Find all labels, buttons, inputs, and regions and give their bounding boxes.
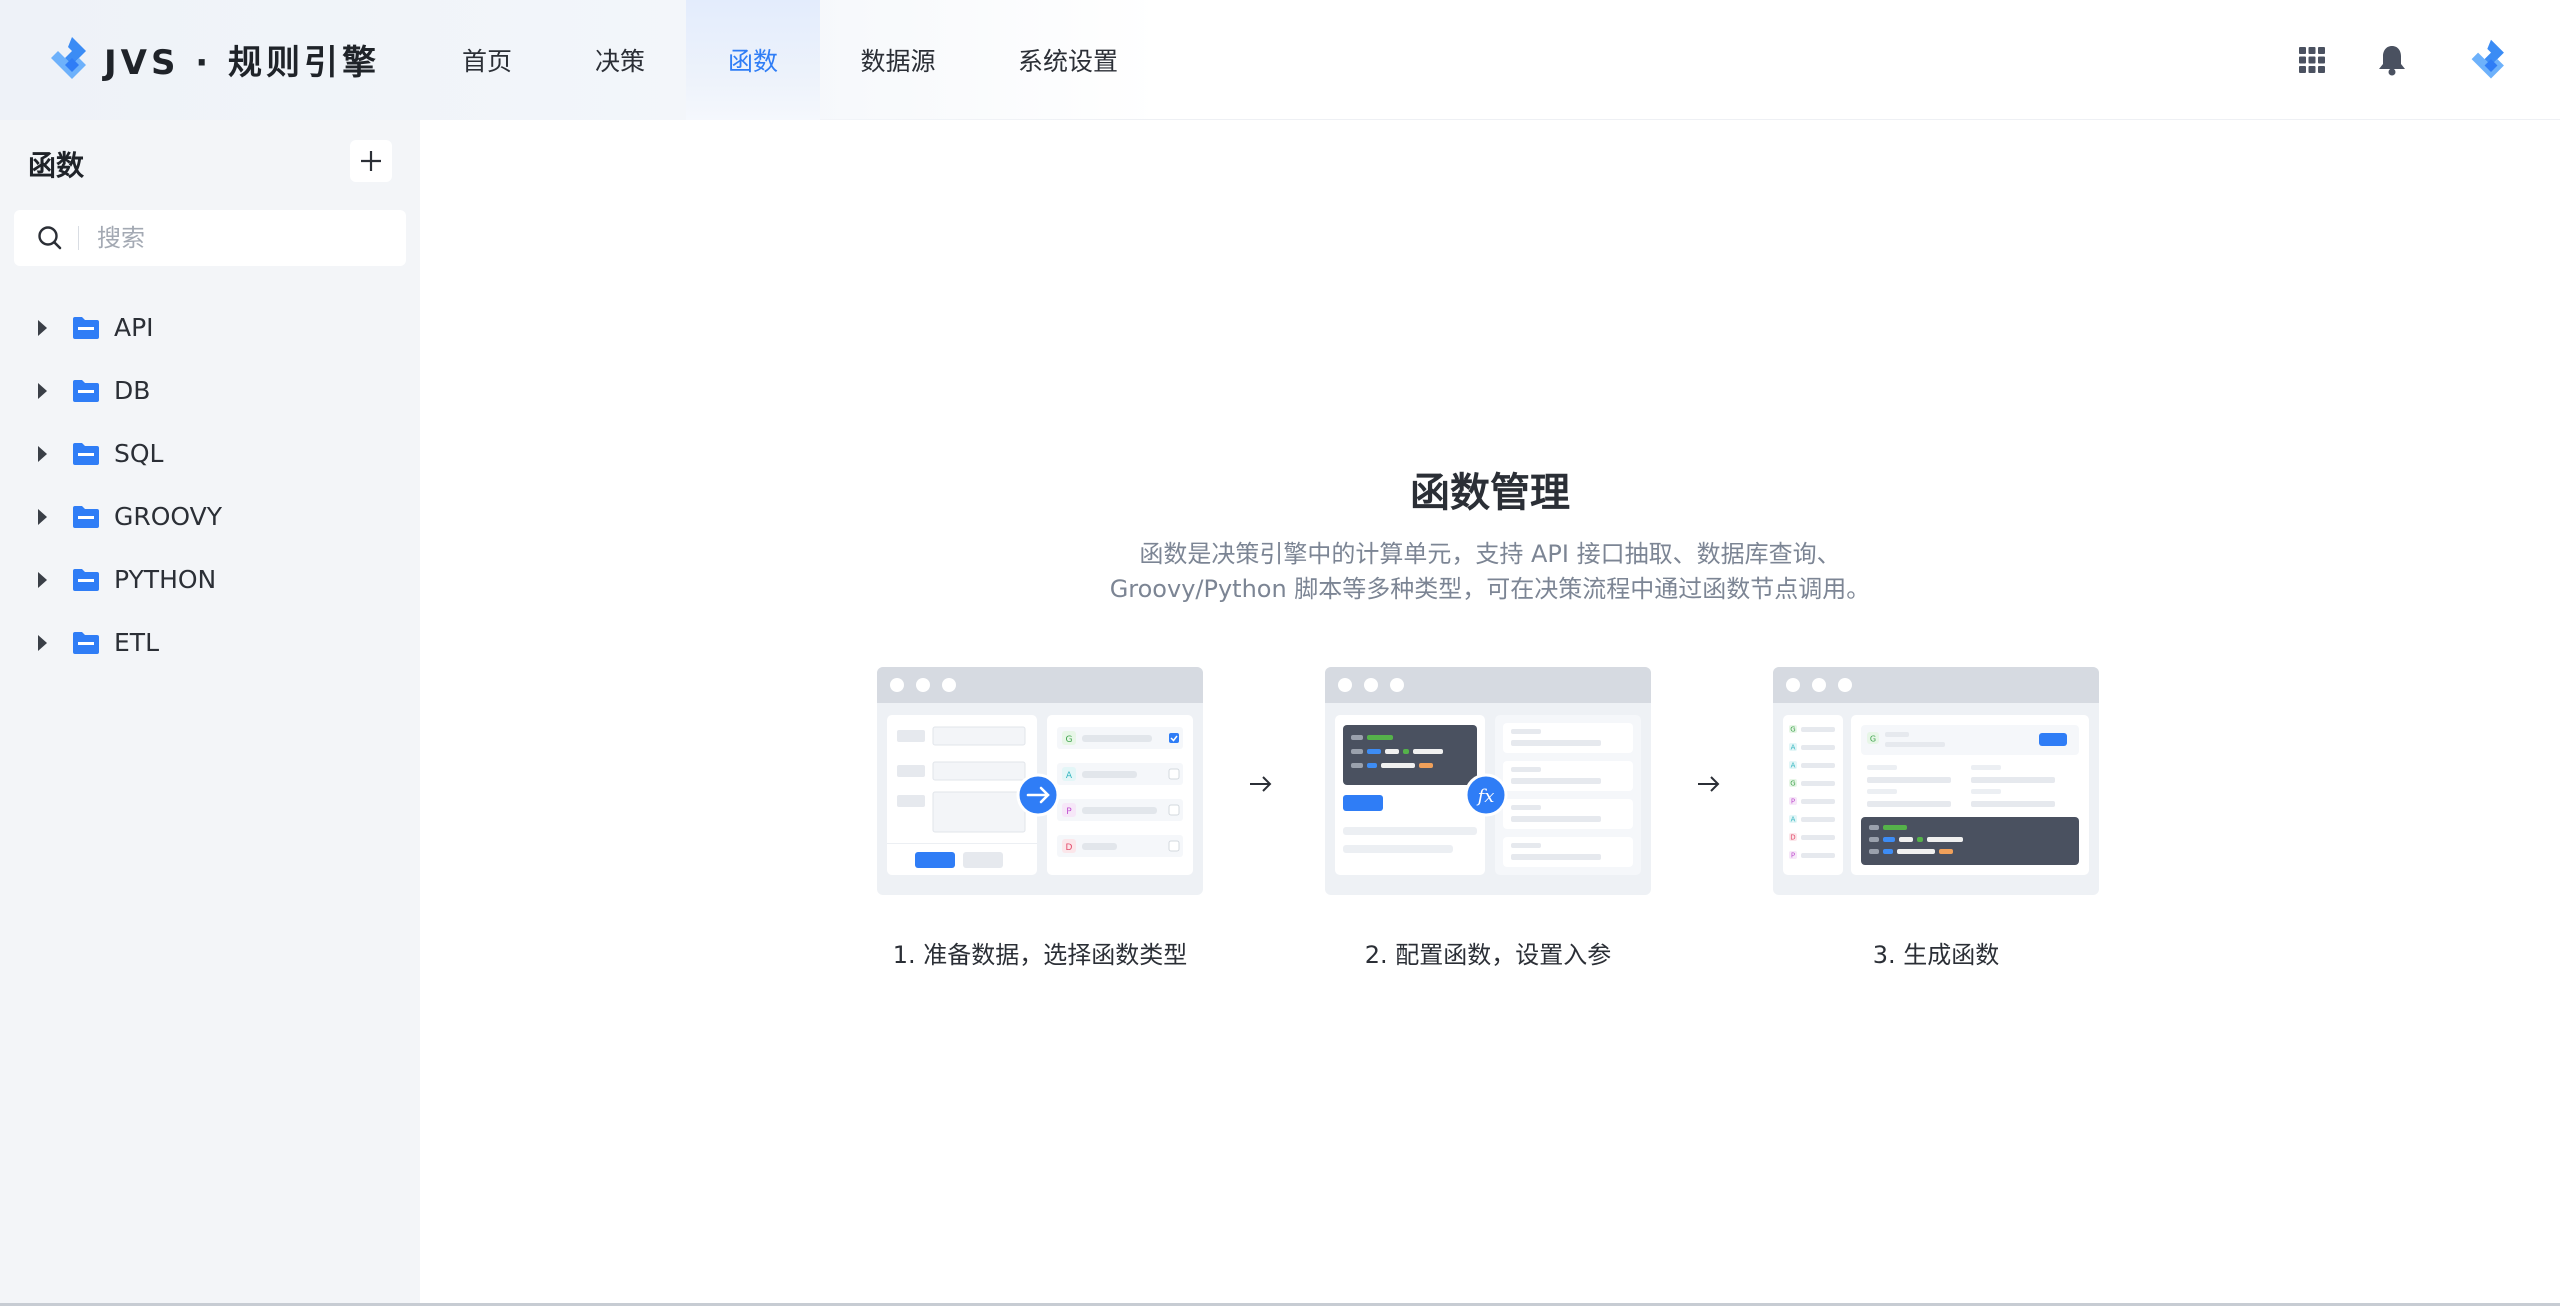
main-content: 函数管理 函数是决策引擎中的计算单元，支持 API 接口抽取、数据库查询、 Gr…: [420, 120, 2560, 1306]
folder-icon: [73, 631, 99, 654]
list-tag: P: [1791, 798, 1795, 806]
step-arrow-icon: [1698, 776, 1720, 792]
page-description: 函数是决策引擎中的计算单元，支持 API 接口抽取、数据库查询、 Groovy/…: [420, 537, 2560, 607]
app-logo[interactable]: JVS · 规则引擎: [46, 30, 380, 88]
nav-settings[interactable]: 系统设置: [976, 0, 1160, 120]
apps-grid-button[interactable]: [2290, 38, 2334, 82]
step-2-label: 2. 配置函数，设置入参: [1364, 941, 1612, 969]
tree-item-sql[interactable]: SQL: [0, 422, 420, 485]
step-1-illustration: G A P D: [877, 667, 1203, 895]
top-header: JVS · 规则引擎 首页 决策 函数 数据源 系统设置: [0, 0, 2560, 120]
app-logo-icon: [2471, 39, 2504, 79]
tree-item-etl[interactable]: ETL: [0, 611, 420, 674]
tree-item-db[interactable]: DB: [0, 359, 420, 422]
tree-item-label: API: [114, 313, 154, 342]
tree-item-python[interactable]: PYTHON: [0, 548, 420, 611]
bell-icon: [2379, 46, 2405, 76]
search-divider: [78, 226, 79, 250]
page-title: 函数管理: [1410, 470, 1570, 516]
search-icon: [38, 226, 62, 250]
function-tree: API DB SQL GROOVY PYTHON ETL: [0, 296, 420, 674]
step-1-label: 1. 准备数据，选择函数类型: [892, 941, 1188, 969]
logo-text: JVS · 规则引擎: [104, 42, 381, 83]
sidebar: 函数 API DB SQL GROO: [0, 120, 420, 1306]
apps-grid-icon: [2299, 47, 2325, 73]
list-tag: G: [1790, 780, 1795, 788]
sidebar-title: 函数: [28, 149, 85, 182]
tag-d: D: [1066, 843, 1073, 853]
tag-p: P: [1066, 807, 1072, 817]
tree-item-groovy[interactable]: GROOVY: [0, 485, 420, 548]
description-line-1: 函数是决策引擎中的计算单元，支持 API 接口抽取、数据库查询、: [1139, 540, 1841, 568]
list-tag: A: [1791, 744, 1796, 752]
list-tag: D: [1790, 834, 1795, 842]
expand-caret-icon[interactable]: [38, 634, 47, 651]
step-3-illustration: G A A G P A D P G: [1773, 667, 2099, 895]
user-avatar[interactable]: [2466, 35, 2516, 85]
list-tag: G: [1790, 726, 1795, 734]
folder-icon: [73, 568, 99, 591]
folder-icon: [73, 316, 99, 339]
tree-item-label: GROOVY: [114, 502, 223, 531]
step-2-illustration: fx: [1325, 667, 1651, 895]
fx-icon: fx: [1476, 786, 1495, 807]
tree-item-label: SQL: [114, 439, 164, 468]
expand-caret-icon[interactable]: [38, 571, 47, 588]
folder-icon: [73, 442, 99, 465]
search-input[interactable]: [97, 224, 377, 252]
expand-caret-icon[interactable]: [38, 445, 47, 462]
expand-caret-icon[interactable]: [38, 508, 47, 525]
expand-caret-icon[interactable]: [38, 382, 47, 399]
step-3-label: 3. 生成函数: [1872, 941, 2000, 969]
nav-home[interactable]: 首页: [420, 0, 554, 120]
list-tag: P: [1791, 852, 1795, 860]
expand-caret-icon[interactable]: [38, 319, 47, 336]
tree-item-label: PYTHON: [114, 565, 217, 594]
search-box: [14, 210, 406, 266]
folder-icon: [73, 379, 99, 402]
tree-item-api[interactable]: API: [0, 296, 420, 359]
notifications-button[interactable]: [2370, 38, 2414, 82]
tree-item-label: ETL: [114, 628, 159, 657]
list-tag: A: [1791, 816, 1796, 824]
description-line-2: Groovy/Python 脚本等多种类型，可在决策流程中通过函数节点调用。: [1109, 575, 1871, 603]
main-nav: 首页 决策 函数 数据源 系统设置: [420, 0, 1160, 120]
add-function-button[interactable]: [350, 140, 392, 182]
tree-item-label: DB: [114, 376, 151, 405]
tag-a: A: [1066, 771, 1073, 781]
folder-icon: [73, 505, 99, 528]
nav-decision[interactable]: 决策: [554, 0, 686, 120]
plus-icon: [361, 151, 381, 171]
logo-icon: [51, 37, 86, 79]
nav-datasource[interactable]: 数据源: [820, 0, 976, 120]
tag-g: G: [1870, 735, 1876, 744]
list-tag: A: [1791, 762, 1796, 770]
step-arrow-icon: [1250, 776, 1272, 792]
tag-g: G: [1066, 735, 1073, 745]
nav-functions[interactable]: 函数: [686, 0, 820, 120]
